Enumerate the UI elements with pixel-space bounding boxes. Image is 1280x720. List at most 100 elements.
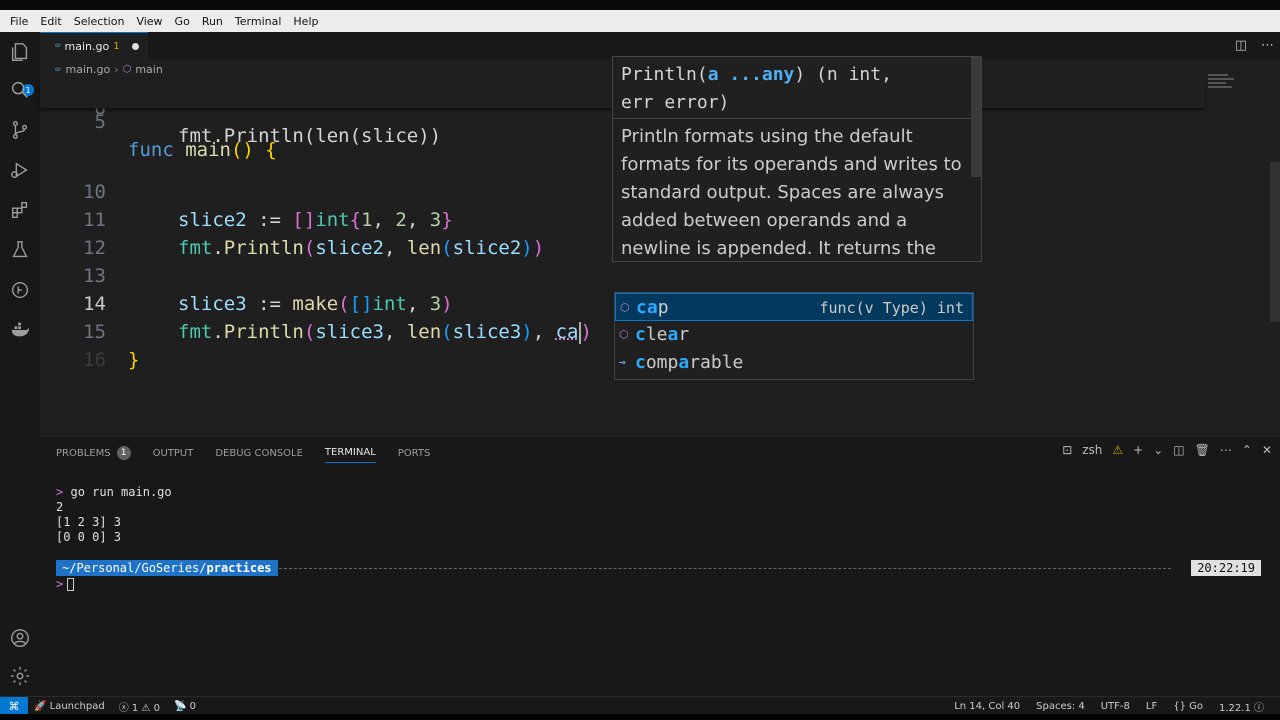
shell-name[interactable]: zsh	[1082, 443, 1102, 457]
menu-file[interactable]: File	[4, 15, 34, 28]
panel-actions: ⊡ zsh ⚠ + ⌄ ◫ 🗑 ⋯ ⌃ ✕	[1062, 443, 1272, 457]
tab-problems[interactable]: PROBLEMS 1	[56, 443, 131, 463]
prompt-path-bar: ~/Personal/GoSeries/practices 20:22:19	[56, 560, 1261, 576]
editor-area: ∞ main.go 1 ◫ ⋯ ∞ main.go › ⬡ main 8 fmt…	[40, 32, 1280, 436]
chevron-down-icon[interactable]: ⌄	[1153, 443, 1163, 457]
menu-edit[interactable]: Edit	[34, 15, 67, 28]
unsaved-dot-icon[interactable]	[131, 42, 139, 50]
signature-doc: Println formats using the default format…	[621, 126, 962, 259]
terminal-prompt[interactable]: >	[56, 577, 75, 591]
parameter-hint-popup: Println(a ...any) (n int, err error) Pri…	[612, 56, 982, 262]
trash-icon[interactable]: 🗑	[1195, 443, 1210, 457]
menu-help[interactable]: Help	[287, 15, 324, 28]
docker-icon[interactable]	[8, 318, 32, 342]
status-left: 🚀 Launchpad ⓧ 1 ⚠ 0 📡 0	[34, 697, 196, 715]
manage-gear-icon[interactable]	[8, 664, 32, 688]
suggestion-item[interactable]: ⊸ comparable	[615, 349, 973, 377]
search-icon[interactable]	[8, 78, 32, 102]
problems-item[interactable]: ⓧ 1 ⚠ 0	[119, 699, 160, 714]
menu-go[interactable]: Go	[169, 15, 196, 28]
bottom-panel: PROBLEMS 1 OUTPUT DEBUG CONSOLE TERMINAL …	[40, 436, 1280, 696]
suggestion-item[interactable]: ⬡ cap func(v Type) int	[615, 293, 973, 321]
more-actions-icon[interactable]: ⋯	[1220, 443, 1232, 457]
function-icon: ⬡	[619, 328, 629, 341]
breadcrumb: ∞ main.go › ⬡ main	[54, 63, 163, 76]
minimap[interactable]	[1208, 72, 1238, 102]
window-top-strip	[0, 0, 1280, 10]
menu-bar: File Edit Selection View Go Run Terminal…	[0, 10, 1280, 32]
language-mode[interactable]: {} Go	[1173, 701, 1203, 712]
panel-tabs: PROBLEMS 1 OUTPUT DEBUG CONSOLE TERMINAL …	[56, 443, 430, 463]
go-extension-icon[interactable]	[8, 278, 32, 302]
launchpad-item[interactable]: 🚀 Launchpad	[34, 701, 105, 712]
run-debug-icon[interactable]	[8, 158, 32, 182]
remote-icon[interactable]: ⌘	[0, 697, 28, 715]
problems-badge: 1	[116, 446, 131, 460]
menu-selection[interactable]: Selection	[68, 15, 131, 28]
source-control-icon[interactable]	[8, 118, 32, 142]
tab-label: main.go	[64, 39, 110, 53]
tab-problem-count: 1	[113, 40, 120, 52]
function-icon: ⬡	[620, 301, 630, 314]
terminal-line: [0 0 0] 3	[56, 530, 122, 544]
line-text: func main() {	[128, 139, 277, 161]
suggestion-widget: ⬡ cap func(v Type) int ⬡ clear ⊸ compara…	[614, 292, 974, 380]
activity-bar: 1	[0, 32, 40, 696]
tab-terminal[interactable]: TERMINAL	[324, 443, 376, 463]
close-icon[interactable]: ✕	[1262, 443, 1272, 457]
editor-scrollbar[interactable]	[1270, 162, 1280, 322]
breadcrumb-file[interactable]: main.go	[66, 63, 111, 76]
go-file-icon: ∞	[54, 64, 62, 75]
breadcrumb-symbol[interactable]: main	[135, 63, 162, 76]
end-of-line[interactable]: LF	[1146, 701, 1157, 712]
ports-item[interactable]: 📡 0	[174, 701, 196, 712]
signature: Println(a ...any) (n int, err error)	[613, 57, 981, 119]
status-right: Ln 14, Col 40 Spaces: 4 UTF-8 LF {} Go 1…	[954, 697, 1264, 715]
terminal-output[interactable]: > go run main.go 2 [1 2 3] 3 [0 0 0] 3	[56, 485, 172, 545]
chevron-right-icon: ›	[114, 63, 119, 76]
prompt-time: 20:22:19	[1191, 560, 1261, 576]
menu-view[interactable]: View	[130, 15, 168, 28]
interface-icon: ⊸	[619, 356, 626, 369]
indentation[interactable]: Spaces: 4	[1036, 701, 1085, 712]
extensions-icon[interactable]	[8, 198, 32, 222]
maximize-panel-icon[interactable]: ⌃	[1242, 443, 1252, 457]
line-number: 16	[83, 349, 106, 371]
status-bar: ⌘ 🚀 Launchpad ⓧ 1 ⚠ 0 📡 0 Ln 14, Col 40 …	[0, 696, 1280, 715]
code-line-active: 14 fmt.Println(slice3, len(slice3), ca)	[40, 262, 1210, 344]
window-bottom-strip	[0, 714, 1280, 720]
terminal-line: [1 2 3] 3	[56, 515, 122, 529]
suggestion-detail: func(v Type) int	[819, 299, 965, 317]
split-terminal-icon[interactable]: ◫	[1173, 443, 1184, 457]
terminal-line: > go run main.go	[56, 485, 172, 499]
prompt-path: ~/Personal/GoSeries/practices	[56, 560, 278, 576]
function-icon: ⬡	[122, 64, 132, 75]
tab-debug-console[interactable]: DEBUG CONSOLE	[215, 443, 303, 463]
popup-scrollbar[interactable]	[971, 57, 981, 177]
more-actions-icon[interactable]: ⋯	[1261, 38, 1274, 53]
go-file-icon: ∞	[54, 41, 62, 51]
testing-icon[interactable]	[8, 238, 32, 262]
line-number: 5	[94, 111, 106, 133]
explorer-icon[interactable]	[8, 40, 32, 64]
warning-icon: ⚠	[1112, 443, 1124, 457]
terminal-cursor	[67, 578, 75, 591]
terminal-icon: ⊡	[1062, 443, 1073, 457]
encoding[interactable]: UTF-8	[1101, 701, 1130, 712]
menu-terminal[interactable]: Terminal	[229, 15, 288, 28]
new-terminal-icon[interactable]: +	[1133, 443, 1143, 457]
line-text: }	[128, 349, 140, 371]
editor-actions: ◫ ⋯	[1235, 38, 1274, 53]
tab-bar: ∞ main.go 1 ◫ ⋯	[40, 32, 1280, 59]
suggestion-item[interactable]: ⬡ clear	[615, 321, 973, 349]
tab-ports[interactable]: PORTS	[398, 443, 431, 463]
menu-run[interactable]: Run	[196, 15, 229, 28]
prompt-divider	[274, 568, 1171, 569]
go-version[interactable]: 1.22.1 ⓘ	[1219, 699, 1264, 714]
tab-main-go[interactable]: ∞ main.go 1	[40, 32, 148, 59]
account-icon[interactable]	[8, 626, 32, 650]
tab-output[interactable]: OUTPUT	[153, 443, 194, 463]
split-editor-icon[interactable]: ◫	[1235, 38, 1247, 53]
terminal-line: 2	[56, 500, 64, 514]
cursor-position[interactable]: Ln 14, Col 40	[954, 701, 1020, 712]
